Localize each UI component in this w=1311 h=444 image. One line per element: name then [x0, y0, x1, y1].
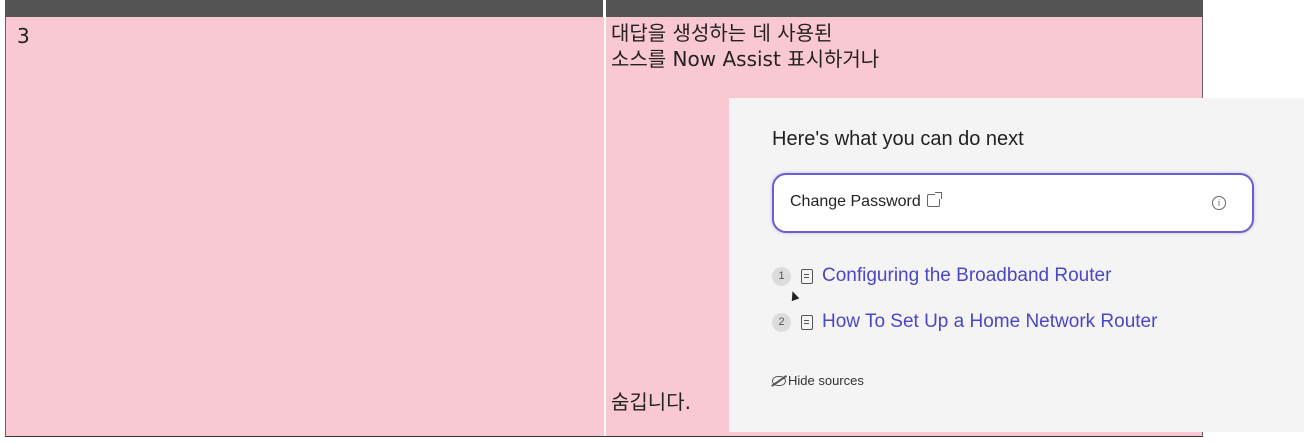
description-cell: 대답을 생성하는 데 사용된 소스를 Now Assist 표시하거나	[611, 20, 879, 72]
description-line-2: 소스를 Now Assist 표시하거나	[611, 47, 880, 71]
description-line-1: 대답을 생성하는 데 사용된	[611, 21, 833, 45]
embedded-screenshot: Here's what you can do next Change Passw…	[729, 98, 1304, 432]
source-link[interactable]: How To Set Up a Home Network Router	[822, 311, 1157, 333]
mouse-cursor-icon	[788, 289, 800, 302]
next-actions-title: Here's what you can do next	[772, 128, 1024, 150]
external-link-icon	[926, 192, 942, 207]
change-password-label: Change Password	[790, 193, 921, 210]
description-end: 숨깁니다.	[611, 390, 691, 414]
document-icon	[801, 268, 813, 284]
hide-sources-label: Hide sources	[788, 373, 864, 388]
source-item-1[interactable]: 1 Configuring the Broadband Router	[772, 263, 1111, 289]
row-number-cell: 3	[17, 24, 30, 48]
eye-off-icon	[772, 375, 786, 386]
change-password-action[interactable]: Change Password i	[772, 173, 1254, 233]
info-icon[interactable]: i	[1212, 196, 1226, 210]
document-icon	[801, 314, 813, 330]
action-label-wrap: Change Password	[790, 192, 942, 211]
source-number-badge: 2	[772, 312, 791, 332]
header-separator	[603, 0, 606, 17]
table-header-row	[5, 0, 1203, 17]
source-link[interactable]: Configuring the Broadband Router	[822, 265, 1111, 287]
column-divider	[604, 17, 606, 436]
source-number-badge: 1	[772, 266, 791, 286]
hide-sources-button[interactable]: Hide sources	[772, 373, 864, 388]
source-item-2[interactable]: 2 How To Set Up a Home Network Router	[772, 309, 1157, 335]
